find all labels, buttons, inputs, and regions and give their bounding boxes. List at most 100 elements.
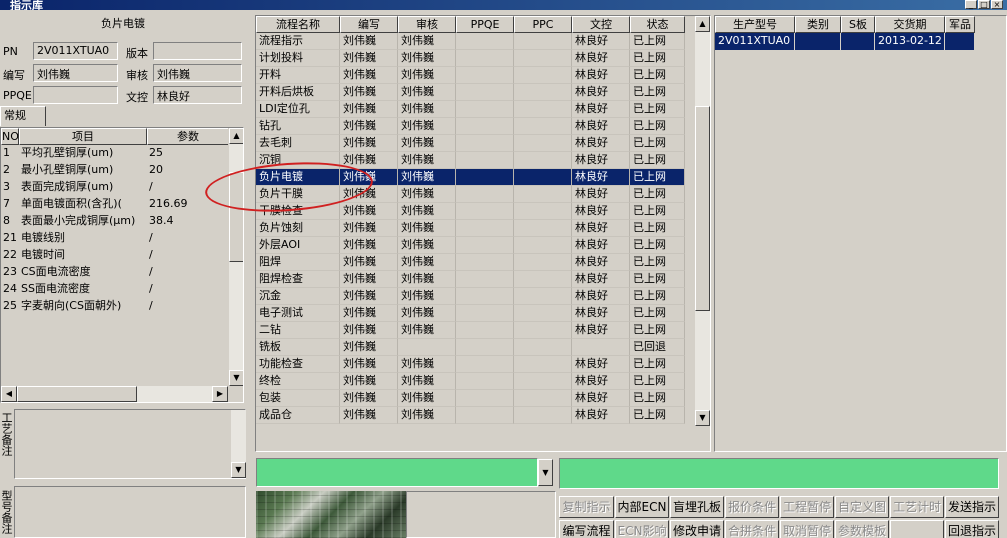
params-row[interactable]: 25 字麦朝向(CS面朝外) / bbox=[1, 298, 243, 315]
action-button[interactable]: 自定义图 bbox=[835, 496, 889, 518]
params-row[interactable]: 8 表面最小完成铜厚(μm) 38.4 bbox=[1, 213, 243, 230]
process-cell: 已上网 bbox=[630, 373, 685, 390]
action-button[interactable]: 发送指示 bbox=[945, 496, 999, 518]
process-row[interactable]: 去毛刺 刘伟巍 刘伟巍 林良好 已上网 bbox=[256, 135, 710, 152]
scroll-up-icon[interactable]: ▲ bbox=[229, 128, 243, 144]
process-col-header[interactable]: 编写 bbox=[340, 16, 398, 33]
process-cell: 已上网 bbox=[630, 390, 685, 407]
version-field[interactable] bbox=[153, 42, 242, 60]
model-cell bbox=[945, 33, 975, 50]
process-col-header[interactable]: PPC bbox=[514, 16, 572, 33]
params-col-header[interactable]: NO bbox=[1, 128, 19, 145]
params-hscroll[interactable]: ◀ ▶ bbox=[1, 386, 228, 402]
close-icon[interactable]: × bbox=[991, 0, 1003, 9]
hscroll-thumb[interactable] bbox=[17, 386, 137, 402]
process-row[interactable]: 开料 刘伟巍 刘伟巍 林良好 已上网 bbox=[256, 67, 710, 84]
ppqe-field[interactable] bbox=[33, 86, 118, 104]
action-button[interactable]: 参数模板 bbox=[835, 520, 889, 538]
params-row[interactable]: 7 单面电镀面积(含孔)(216.69 bbox=[1, 196, 243, 213]
action-button[interactable] bbox=[890, 520, 944, 538]
scroll-down-icon[interactable]: ▼ bbox=[231, 462, 246, 478]
scroll-up-icon[interactable]: ▲ bbox=[695, 16, 710, 32]
model-memo[interactable] bbox=[14, 486, 246, 538]
process-cell: 刘伟巍 bbox=[340, 186, 398, 203]
process-row[interactable]: LDI定位孔 刘伟巍 刘伟巍 林良好 已上网 bbox=[256, 101, 710, 118]
status-combo[interactable] bbox=[256, 458, 538, 487]
info-field[interactable] bbox=[559, 458, 999, 489]
scroll-thumb[interactable] bbox=[695, 106, 710, 311]
params-row[interactable]: 3 表面完成铜厚(um) / bbox=[1, 179, 243, 196]
process-col-header[interactable]: PPQE bbox=[456, 16, 514, 33]
process-col-header[interactable]: 流程名称 bbox=[256, 16, 340, 33]
scroll-thumb[interactable] bbox=[229, 172, 243, 262]
scroll-down-icon[interactable]: ▼ bbox=[229, 370, 243, 386]
process-row[interactable]: 沉铜 刘伟巍 刘伟巍 林良好 已上网 bbox=[256, 152, 710, 169]
action-button[interactable]: 工程暂停 bbox=[780, 496, 834, 518]
action-button[interactable]: 合拼条件 bbox=[725, 520, 779, 538]
params-row[interactable]: 22 电镀时间 / bbox=[1, 247, 243, 264]
process-row[interactable]: 铣板 刘伟巍 已回退 bbox=[256, 339, 710, 356]
model-col-header[interactable]: 军品 bbox=[945, 16, 975, 33]
params-vscroll[interactable]: ▲ ▼ bbox=[228, 128, 243, 386]
model-col-header[interactable]: 交货期 bbox=[875, 16, 945, 33]
process-col-header[interactable]: 审核 bbox=[398, 16, 456, 33]
action-button[interactable]: 编写流程 bbox=[559, 520, 614, 538]
process-col-header[interactable]: 文控 bbox=[572, 16, 630, 33]
params-col-header[interactable]: 参数 bbox=[147, 128, 229, 145]
params-row[interactable]: 21 电镀线别 / bbox=[1, 230, 243, 247]
process-row[interactable]: 电子测试 刘伟巍 刘伟巍 林良好 已上网 bbox=[256, 305, 710, 322]
reviewer-field[interactable]: 刘伟巍 bbox=[153, 64, 242, 82]
process-row[interactable]: 二钻 刘伟巍 刘伟巍 林良好 已上网 bbox=[256, 322, 710, 339]
process-row[interactable]: 开料后烘板 刘伟巍 刘伟巍 林良好 已上网 bbox=[256, 84, 710, 101]
process-row[interactable]: 阻焊 刘伟巍 刘伟巍 林良好 已上网 bbox=[256, 254, 710, 271]
process-cell: 包装 bbox=[256, 390, 340, 407]
params-row[interactable]: 2 最小孔壁铜厚(um) 20 bbox=[1, 162, 243, 179]
process-vscroll[interactable]: ▲ ▼ bbox=[694, 16, 710, 426]
params-row[interactable]: 23 CS面电流密度 / bbox=[1, 264, 243, 281]
process-row[interactable]: 沉金 刘伟巍 刘伟巍 林良好 已上网 bbox=[256, 288, 710, 305]
action-button[interactable]: 回退指示 bbox=[945, 520, 999, 538]
params-col-header[interactable]: 项目 bbox=[19, 128, 147, 145]
action-button[interactable]: 修改申请 bbox=[670, 520, 724, 538]
pn-field[interactable]: 2V011XTUA0 bbox=[33, 42, 118, 60]
writer-field[interactable]: 刘伟巍 bbox=[33, 64, 118, 82]
scroll-down-icon[interactable]: ▼ bbox=[695, 410, 710, 426]
maximize-icon[interactable]: □ bbox=[978, 0, 990, 9]
action-button[interactable]: 工艺计时 bbox=[890, 496, 944, 518]
action-button[interactable]: 内部ECN bbox=[615, 496, 669, 518]
model-col-header[interactable]: S板 bbox=[841, 16, 875, 33]
chevron-down-icon[interactable]: ▼ bbox=[538, 459, 553, 486]
model-col-header[interactable]: 类别 bbox=[795, 16, 841, 33]
process-row[interactable]: 钻孔 刘伟巍 刘伟巍 林良好 已上网 bbox=[256, 118, 710, 135]
process-row[interactable]: 流程指示 刘伟巍 刘伟巍 林良好 已上网 bbox=[256, 33, 710, 50]
memo-vscroll[interactable]: ▼ bbox=[230, 410, 246, 478]
process-row[interactable]: 终检 刘伟巍 刘伟巍 林良好 已上网 bbox=[256, 373, 710, 390]
process-memo[interactable]: ▼ bbox=[14, 409, 246, 479]
params-row[interactable]: 1 平均孔壁铜厚(um) 25 bbox=[1, 145, 243, 162]
process-row[interactable]: 功能检查 刘伟巍 刘伟巍 林良好 已上网 bbox=[256, 356, 710, 373]
process-row[interactable]: 负片干膜 刘伟巍 刘伟巍 林良好 已上网 bbox=[256, 186, 710, 203]
model-row[interactable]: 2V011XTUA0 2013-02-12 bbox=[715, 33, 1006, 50]
process-row[interactable]: 包装 刘伟巍 刘伟巍 林良好 已上网 bbox=[256, 390, 710, 407]
action-button[interactable]: 复制指示 bbox=[559, 496, 614, 518]
action-button[interactable]: ECN影响 bbox=[615, 520, 669, 538]
process-col-header[interactable]: 状态 bbox=[630, 16, 685, 33]
process-row[interactable]: 成品仓 刘伟巍 刘伟巍 林良好 已上网 bbox=[256, 407, 710, 424]
action-button[interactable]: 报价条件 bbox=[725, 496, 779, 518]
process-row[interactable]: 外层AOI 刘伟巍 刘伟巍 林良好 已上网 bbox=[256, 237, 710, 254]
process-row[interactable]: 干膜检查 刘伟巍 刘伟巍 林良好 已上网 bbox=[256, 203, 710, 220]
process-cell: 已上网 bbox=[630, 186, 685, 203]
process-row[interactable]: 阻焊检查 刘伟巍 刘伟巍 林良好 已上网 bbox=[256, 271, 710, 288]
minimize-icon[interactable]: _ bbox=[965, 0, 977, 9]
process-row[interactable]: 负片电镀 刘伟巍 刘伟巍 林良好 已上网 bbox=[256, 169, 710, 186]
model-col-header[interactable]: 生产型号 bbox=[715, 16, 795, 33]
tab-general[interactable]: 常规 bbox=[0, 106, 46, 126]
scroll-left-icon[interactable]: ◀ bbox=[1, 386, 17, 402]
process-row[interactable]: 计划投料 刘伟巍 刘伟巍 林良好 已上网 bbox=[256, 50, 710, 67]
scroll-right-icon[interactable]: ▶ bbox=[212, 386, 228, 402]
process-row[interactable]: 负片蚀刻 刘伟巍 刘伟巍 林良好 已上网 bbox=[256, 220, 710, 237]
action-button[interactable]: 盲埋孔板 bbox=[670, 496, 724, 518]
doc-control-field[interactable]: 林良好 bbox=[153, 86, 242, 104]
action-button[interactable]: 取消暂停 bbox=[780, 520, 834, 538]
params-row[interactable]: 24 SS面电流密度 / bbox=[1, 281, 243, 298]
